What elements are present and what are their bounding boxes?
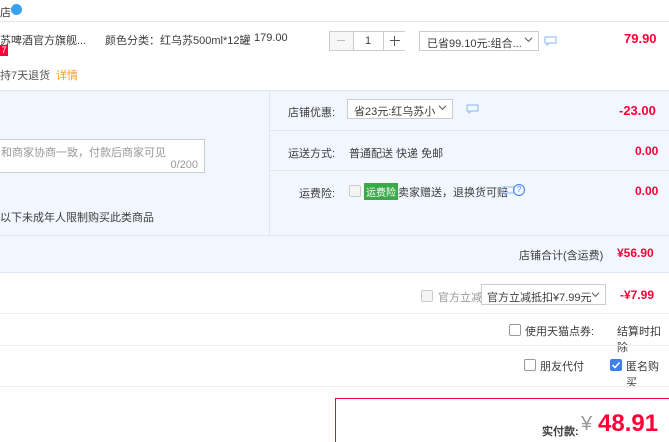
pay-amount: 48.91 <box>598 410 659 437</box>
shop-discount-label: 店铺优惠: <box>288 107 336 119</box>
item-service-link[interactable]: 详情 <box>56 67 78 83</box>
shipping-price: 0.00 <box>635 144 659 158</box>
item-subtotal: 79.90 <box>624 31 657 46</box>
help-icon[interactable]: ? <box>513 184 525 196</box>
minor-notice: 以下未成年人限制购买此类商品 <box>0 212 154 224</box>
plus-icon-vertical <box>394 36 395 46</box>
qty-input[interactable]: 1 <box>354 32 382 50</box>
panel-divider-1 <box>270 130 669 131</box>
chat-icon[interactable] <box>544 36 557 46</box>
shipping-value: 普通配送 快递 免邮 <box>349 148 444 160</box>
official-discount-label: 官方立减 <box>438 292 482 304</box>
shop-name-tail[interactable]: 店 <box>0 4 11 20</box>
shop-total-label: 店铺合计(含运费) <box>519 250 604 262</box>
insurance-label: 运费险: <box>299 188 336 200</box>
pay-label: 实付款: <box>542 426 579 438</box>
item-price: 179.00 <box>254 32 288 44</box>
row-divider-3 <box>0 386 669 387</box>
item-service: 持7天退货 <box>0 70 51 82</box>
panel-divider-2 <box>270 170 669 171</box>
memo-placeholder: 和商家协商一致，付款后商家可见 <box>1 147 166 159</box>
points-checkbox[interactable] <box>509 324 521 336</box>
memo-textarea[interactable]: 和商家协商一致，付款后商家可见 0/200 <box>0 139 205 173</box>
shop-badge-icon <box>11 4 22 15</box>
row-divider-2 <box>0 345 669 346</box>
memo-count: 0/200 <box>170 159 198 171</box>
anonymous-checkbox[interactable] <box>610 359 622 371</box>
friend-pay-checkbox[interactable] <box>524 359 536 371</box>
pay-currency: ¥ <box>581 413 593 435</box>
shop-discount-value: -23.00 <box>619 103 656 118</box>
item-title[interactable]: 苏啤酒官方旗舰... <box>0 32 86 48</box>
qty-decrease-button[interactable] <box>330 32 354 50</box>
panel-vertical-divider <box>269 91 270 235</box>
qty-increase-button[interactable] <box>383 32 406 50</box>
minus-icon <box>337 40 345 41</box>
item-sku: 颜色分类：红乌苏500ml*12罐 <box>105 35 251 47</box>
official-discount-select[interactable]: 官方立减抵扣¥7.99元 <box>481 284 606 305</box>
chevron-down-icon <box>591 292 600 298</box>
item-badge: 7 <box>0 45 8 56</box>
chevron-down-icon <box>524 37 533 43</box>
chevron-down-icon <box>438 105 447 111</box>
points-deduct-note: 结算时扣除 <box>617 326 661 354</box>
official-discount-select-value: 官方立减抵扣¥7.99元 <box>487 292 592 304</box>
official-discount-checkbox[interactable] <box>421 290 433 302</box>
insurance-text: 卖家赠送，退换货可赔 <box>398 187 508 199</box>
insurance-tag: 运费险 <box>364 183 398 200</box>
item-top-divider <box>0 21 669 22</box>
row-divider-1 <box>0 313 669 314</box>
shop-discount-select-value: 省23元:红乌苏小 <box>354 106 436 118</box>
item-promo-select-value: 已省99.10元:组合... <box>427 38 522 50</box>
insurance-checkbox[interactable] <box>349 185 361 197</box>
panel-divider-3 <box>0 235 669 236</box>
official-discount-value: -¥7.99 <box>620 288 655 302</box>
shipping-label: 运送方式: <box>288 148 336 160</box>
shop-total-value: ¥56.90 <box>617 246 654 260</box>
insurance-price: 0.00 <box>635 184 659 198</box>
check-icon <box>611 361 621 369</box>
item-promo-select[interactable]: 已省99.10元:组合... <box>419 31 539 51</box>
points-label: 使用天猫点券: <box>525 326 595 338</box>
friend-pay-label: 朋友代付 <box>540 361 584 373</box>
shop-discount-select[interactable]: 省23元:红乌苏小 <box>347 99 453 119</box>
plus-icon <box>390 40 400 41</box>
qty-stepper[interactable]: 1 <box>329 31 406 51</box>
chat-icon[interactable] <box>466 104 479 114</box>
